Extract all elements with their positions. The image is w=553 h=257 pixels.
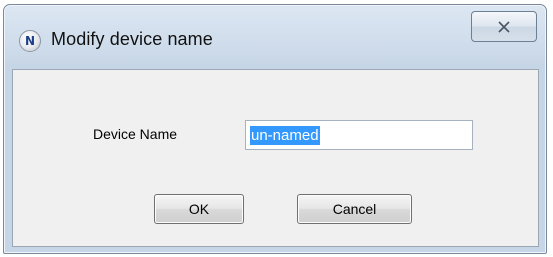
device-name-label: Device Name [93, 126, 178, 142]
title-bar[interactable]: N Modify device name [4, 5, 546, 69]
device-name-input[interactable]: un-named [245, 120, 473, 150]
cancel-button[interactable]: Cancel [297, 194, 412, 224]
dialog-title: Modify device name [51, 29, 213, 49]
dialog-body: Device Name un-named OK Cancel [12, 69, 539, 247]
close-icon [498, 20, 510, 33]
close-button[interactable] [471, 11, 537, 42]
ok-button[interactable]: OK [154, 194, 244, 224]
app-icon-letter: N [24, 34, 36, 48]
device-name-value: un-named [250, 125, 320, 145]
modify-device-name-dialog: N Modify device name Device Name un-name… [3, 4, 547, 254]
app-icon: N [19, 30, 41, 52]
